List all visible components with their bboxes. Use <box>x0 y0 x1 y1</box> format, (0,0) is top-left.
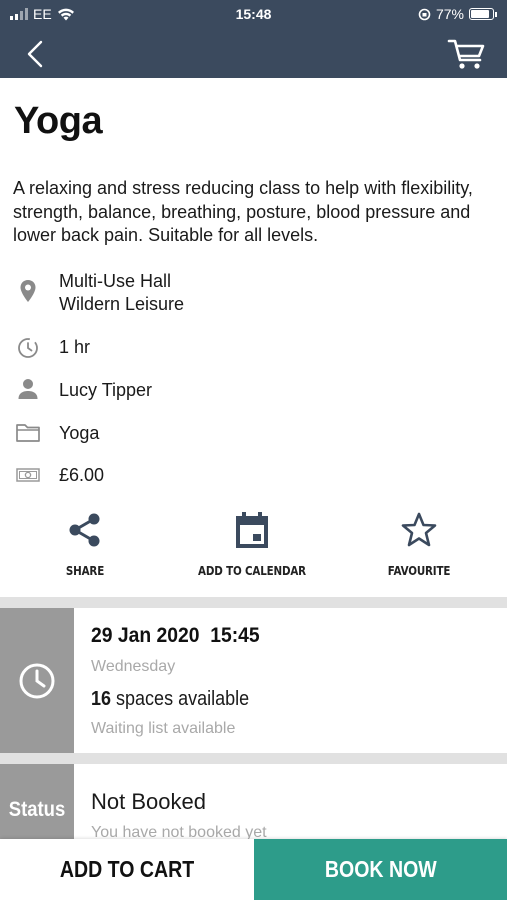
add-to-cart-label: ADD TO CART <box>59 856 195 882</box>
share-label: SHARE <box>65 564 105 578</box>
session-datetime: 29 Jan 2020 15:45 <box>91 624 260 648</box>
spaces-available: 16 spaces available <box>91 688 249 711</box>
battery-icon <box>469 8 494 20</box>
instructor-text: Lucy Tipper <box>59 380 153 400</box>
book-now-button[interactable]: BOOK NOW <box>254 839 507 900</box>
back-button[interactable] <box>22 38 52 70</box>
class-description: A relaxing and stress reducing class to … <box>13 178 473 245</box>
duration-text: 1 hr <box>59 337 91 357</box>
booking-status: Not Booked <box>91 789 206 814</box>
back-icon <box>27 40 43 68</box>
status-bar: EE 15:48 77% <box>0 0 507 30</box>
money-icon <box>16 468 40 482</box>
cart-button[interactable] <box>447 36 487 72</box>
star-icon <box>401 512 437 547</box>
location-site: Wildern Leisure <box>59 294 185 314</box>
location-venue: Multi-Use Hall <box>59 271 172 291</box>
action-bar: SHARE ADD TO CALENDAR FAVOURITE <box>0 510 507 590</box>
add-to-calendar-label: ADD TO CALENDAR <box>198 564 306 578</box>
location-pin-icon <box>20 280 36 302</box>
cart-icon <box>447 39 485 69</box>
book-now-label: BOOK NOW <box>324 856 437 882</box>
person-icon <box>18 379 38 399</box>
price-text: £6.00 <box>59 465 105 485</box>
session-date: 29 Jan 2020 <box>91 624 200 647</box>
orientation-lock-icon <box>418 8 431 20</box>
favourite-button[interactable]: FAVOURITE <box>369 510 469 578</box>
session-day: Wednesday <box>91 658 176 675</box>
add-to-cart-button[interactable]: ADD TO CART <box>0 839 254 900</box>
add-to-calendar-button[interactable]: ADD TO CALENDAR <box>182 510 322 578</box>
nav-bar <box>0 30 507 78</box>
location-text: Multi-Use Hall Wildern Leisure <box>59 270 184 316</box>
share-icon <box>69 513 100 547</box>
favourite-label: FAVOURITE <box>387 564 451 578</box>
clock-icon <box>19 663 55 699</box>
folder-icon <box>16 424 40 442</box>
share-button[interactable]: SHARE <box>35 510 135 578</box>
spaces-count: 16 <box>91 688 112 710</box>
waiting-list-status: Waiting list available <box>91 720 236 737</box>
bottom-action-bar: ADD TO CART BOOK NOW <box>0 839 507 900</box>
status-label: Status <box>8 798 66 821</box>
session-time: 15:45 <box>210 624 260 647</box>
battery-percent: 77% <box>435 6 464 22</box>
spaces-label: spaces available <box>116 688 250 710</box>
timer-icon <box>18 338 38 358</box>
section-divider <box>0 753 507 764</box>
section-divider <box>0 597 507 608</box>
status-bar-right: 77% <box>418 6 497 22</box>
session-side-panel <box>0 608 74 753</box>
calendar-icon <box>236 512 268 548</box>
category-text: Yoga <box>59 423 100 443</box>
class-title: Yoga <box>14 100 103 142</box>
battery-cap <box>495 11 497 17</box>
